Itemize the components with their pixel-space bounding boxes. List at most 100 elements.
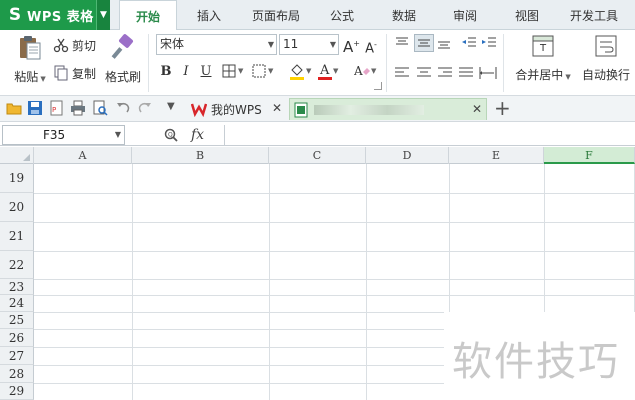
align-right-icon[interactable] [437, 66, 453, 80]
chevron-down-icon: ▼ [371, 67, 377, 75]
column-header-bar: A B C D E F [0, 147, 635, 164]
row-header-21[interactable]: 21 [0, 222, 34, 251]
align-bottom-icon[interactable] [436, 36, 452, 50]
cut-label: 剪切 [72, 38, 97, 53]
font-dialog-launcher-icon[interactable] [374, 82, 382, 90]
font-color-button[interactable]: A ▼ [318, 62, 338, 80]
align-middle-icon [418, 39, 430, 47]
row-header-24[interactable]: 24 [0, 295, 34, 312]
customize-qa-dropdown-icon[interactable]: ▼ [167, 101, 175, 112]
increase-font-size-button[interactable]: A+ [343, 35, 360, 56]
select-all-corner[interactable] [0, 147, 34, 164]
tab-review[interactable]: 审阅 [447, 0, 483, 30]
export-pdf-icon[interactable]: P [48, 100, 64, 116]
app-menu-dropdown-icon[interactable]: ▼ [96, 0, 110, 30]
column-header-a[interactable]: A [34, 147, 132, 164]
close-icon[interactable]: ✕ [472, 102, 482, 116]
font-size-value: 11 [283, 37, 299, 51]
row-header-22[interactable]: 22 [0, 251, 34, 279]
tab-developer[interactable]: 开发工具 [564, 0, 624, 30]
font-name-value: 宋体 [160, 37, 185, 51]
tab-insert[interactable]: 插入 [187, 0, 231, 30]
svg-text:P: P [52, 106, 56, 114]
ribbon-separator [148, 34, 149, 92]
menu-bar: S WPS 表格 ▼ 开始 插入 页面布局 公式 数据 审阅 视图 开发工具 [0, 0, 635, 31]
italic-button[interactable]: I [178, 63, 194, 81]
row-header-28[interactable]: 28 [0, 365, 34, 383]
open-folder-icon[interactable] [6, 100, 22, 116]
justify-icon[interactable] [458, 66, 474, 80]
bold-button[interactable]: B [158, 63, 174, 81]
borders-button[interactable]: ▼ [222, 64, 243, 78]
clear-format-button[interactable]: A ▼ [354, 63, 376, 79]
tab-formulas[interactable]: 公式 [324, 0, 360, 30]
font-name-select[interactable]: 宋体 ▼ [156, 34, 277, 55]
align-top-icon[interactable] [394, 36, 410, 50]
column-header-b[interactable]: B [132, 147, 269, 164]
svg-text:Q: Q [168, 132, 173, 139]
grid-line [34, 222, 635, 223]
tab-view[interactable]: 视图 [509, 0, 545, 30]
watermark-text: 软件技巧 [452, 339, 620, 385]
font-size-select[interactable]: 11 ▼ [279, 34, 339, 55]
underline-button[interactable]: U [198, 63, 214, 81]
chevron-down-icon: ▼ [333, 67, 339, 75]
align-left-icon[interactable] [394, 66, 410, 80]
decrease-indent-icon[interactable] [461, 36, 477, 50]
merge-center-button[interactable]: T 合并居中 ▼ [511, 34, 575, 92]
tab-home[interactable]: 开始 [119, 0, 177, 31]
zoom-search-icon[interactable]: Q [163, 127, 179, 143]
decrease-font-size-button[interactable]: A- [363, 36, 379, 56]
paste-label: 粘贴 ▼ [14, 70, 46, 84]
fill-pattern-button[interactable]: ▼ [252, 64, 273, 78]
app-menu-button[interactable]: S WPS 表格 ▼ [0, 0, 110, 30]
spreadsheet-grid[interactable]: A B C D E F 19 20 21 22 23 24 25 26 27 2… [0, 147, 635, 400]
increase-indent-icon[interactable] [481, 36, 497, 50]
row-header-25[interactable]: 25 [0, 312, 34, 329]
doc-tab-my-wps[interactable]: 我的WPS ✕ [188, 98, 286, 120]
print-preview-icon[interactable] [92, 100, 108, 116]
spreadsheet-file-icon [294, 102, 308, 117]
insert-function-button[interactable]: fx [191, 127, 204, 143]
column-header-e[interactable]: E [449, 147, 544, 164]
format-painter-label: 格式刷 [104, 70, 141, 84]
undo-icon[interactable] [115, 100, 131, 116]
wrap-text-label: 自动换行 [581, 68, 630, 82]
paint-bucket-icon [290, 64, 304, 80]
quick-access-bar: P ▼ 我的WPS ✕ ✕ + [0, 96, 635, 122]
paste-button[interactable]: 粘贴 ▼ [10, 34, 50, 92]
distributed-align-icon[interactable] [479, 66, 497, 80]
grid-line [34, 279, 635, 280]
new-tab-plus-icon[interactable]: + [494, 96, 511, 120]
column-header-d[interactable]: D [366, 147, 449, 164]
row-header-29[interactable]: 29 [0, 383, 34, 400]
column-header-c[interactable]: C [269, 147, 366, 164]
row-header-19[interactable]: 19 [0, 164, 34, 193]
save-icon[interactable] [27, 100, 43, 116]
cut-button[interactable]: 剪切 [53, 36, 96, 54]
redo-icon[interactable] [137, 100, 153, 116]
doc-tab-active[interactable]: ✕ [289, 98, 487, 120]
format-painter-button[interactable]: 格式刷 [103, 34, 143, 92]
cell-reference: F35 [43, 128, 66, 142]
row-header-20[interactable]: 20 [0, 193, 34, 222]
copy-button[interactable]: 复制 [53, 64, 96, 82]
tab-page-layout[interactable]: 页面布局 [246, 0, 306, 30]
close-icon[interactable]: ✕ [272, 101, 282, 115]
tab-data[interactable]: 数据 [386, 0, 422, 30]
row-header-27[interactable]: 27 [0, 347, 34, 365]
row-header-23[interactable]: 23 [0, 279, 34, 295]
fill-color-button[interactable]: ▼ [289, 62, 311, 80]
chevron-down-icon: ▼ [238, 67, 244, 75]
column-header-f[interactable]: F [544, 147, 635, 164]
paintbrush-icon [111, 34, 133, 59]
print-icon[interactable] [70, 100, 86, 116]
wrap-text-button[interactable]: 自动换行 [580, 34, 632, 92]
name-box[interactable]: F35 ▼ [2, 125, 125, 145]
copy-icon [54, 65, 68, 81]
align-middle-button[interactable] [414, 34, 434, 52]
wps-logo-icon: S [8, 5, 22, 25]
row-header-26[interactable]: 26 [0, 329, 34, 347]
align-center-icon[interactable] [416, 66, 432, 80]
formula-input[interactable] [224, 125, 635, 145]
